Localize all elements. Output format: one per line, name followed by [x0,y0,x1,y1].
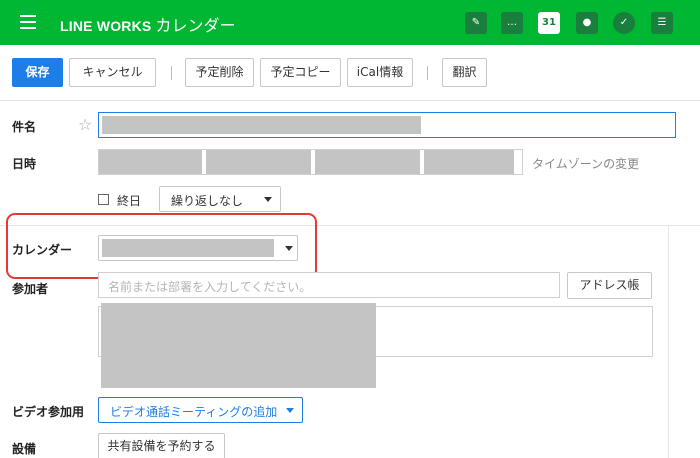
video-label: ビデオ参加用 [12,405,85,419]
allday-checkbox[interactable] [98,194,109,205]
attendees-label: 参加者 [12,282,49,296]
app-title: LINE WORKS カレンダー [60,12,235,36]
notes-icon[interactable]: ✎ [465,12,487,34]
calendar-icon[interactable]: 31 [538,12,560,34]
chevron-down-icon [286,408,294,413]
address-book-button[interactable]: アドレス帳 [567,272,652,299]
equipment-label: 設備 [12,442,37,456]
star-icon[interactable]: ☆ [78,115,92,134]
chat-icon[interactable]: … [501,12,523,34]
video-select-value: ビデオ通話ミーティングの追加 [110,405,278,419]
ical-info-button[interactable]: iCal情報 [347,58,413,87]
repeat-value: 繰り返しなし [171,194,244,208]
redacted-end-date [315,150,420,174]
video-meeting-select[interactable]: ビデオ通話ミーティングの追加 [98,397,303,423]
panel-divider [668,226,669,458]
highlight-annotation [6,213,317,279]
redacted-end-time [424,150,514,174]
copy-event-button[interactable]: 予定コピー [260,58,341,87]
repeat-select[interactable]: 繰り返しなし [159,186,281,212]
translate-button[interactable]: 翻訳 [442,58,487,87]
app-header: LINE WORKS カレンダー ✎ … 31 ● ✓ ☰ [0,0,700,45]
chevron-down-icon [264,197,272,202]
redacted-start-date [99,150,202,174]
brand-logo: LINE WORKS [60,18,152,34]
redacted-attendees [101,303,376,388]
title-label: 件名 [12,120,37,134]
cancel-button[interactable]: キャンセル [69,58,156,87]
task-check-icon[interactable]: ✓ [613,12,635,34]
save-button[interactable]: 保存 [12,58,63,87]
delete-event-button[interactable]: 予定削除 [185,58,254,87]
redacted-title [102,116,421,134]
contacts-icon[interactable]: ● [576,12,598,34]
toolbar-divider [427,66,428,80]
app-name: カレンダー [155,16,236,35]
datetime-label: 日時 [12,157,37,171]
toolbar-divider-line [0,100,700,101]
allday-label: 終日 [117,194,142,208]
timezone-link[interactable]: タイムゾーンの変更 [532,155,639,172]
menu-icon[interactable] [20,15,36,29]
toolbar-divider [171,66,172,80]
redacted-start-time [206,150,311,174]
reserve-equipment-button[interactable]: 共有設備を予約する [98,433,225,458]
clipboard-icon[interactable]: ☰ [651,12,673,34]
attendees-placeholder: 名前または部署を入力してください。 [108,280,312,294]
